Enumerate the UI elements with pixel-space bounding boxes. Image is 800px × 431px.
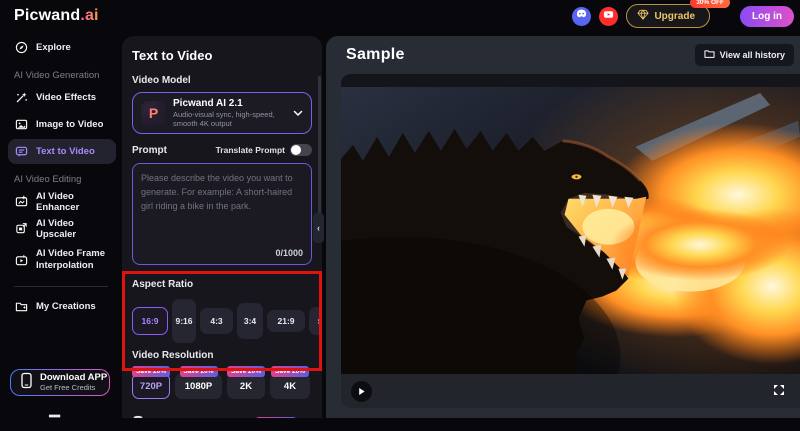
video-model-selector[interactable]: P Picwand AI 2.1 Audio-visual sync, high…	[132, 92, 312, 134]
panel-title: Text to Video	[132, 48, 312, 63]
model-name: Picwand AI 2.1	[173, 98, 286, 110]
frame-interpolation-icon	[14, 253, 28, 267]
sidebar-item-label: Video Effects	[36, 92, 96, 103]
compass-icon	[14, 41, 28, 55]
sidebar-item-image-to-video[interactable]: Image to Video	[8, 112, 116, 137]
feedback-pencil-icon[interactable]	[45, 405, 68, 428]
video-controls	[341, 374, 800, 408]
enhancer-icon	[14, 195, 28, 209]
sidebar-item-frame-interpolation[interactable]: AI Video FrameInterpolation	[8, 243, 116, 277]
sidebar-item-label: Image to Video	[36, 119, 103, 130]
sidebar-item-enhancer[interactable]: AI Video Enhancer	[8, 189, 116, 214]
aspect-ratio-group: 16:9 9:16 4:3 3:4 21:9 ›	[132, 296, 312, 346]
aspect-more-button[interactable]: ›	[309, 307, 322, 335]
toggle-knob	[291, 145, 301, 155]
topbar: Picwand.ai Upgrade 30% OFF Log in	[0, 0, 800, 32]
discord-icon	[575, 7, 588, 25]
discount-badge: 30% OFF	[690, 0, 730, 8]
aspect-9-16-button[interactable]: 9:16	[172, 299, 196, 343]
fullscreen-icon	[773, 384, 785, 399]
translate-prompt-label: Translate Prompt	[216, 145, 285, 155]
aspect-3-4-button[interactable]: 3:4	[237, 303, 263, 339]
sidebar-item-label: AI Video Enhancer	[36, 191, 116, 213]
preview-title: Sample	[346, 46, 405, 64]
download-app-subtitle: Get Free Credits	[40, 384, 107, 393]
aspect-4-3-button[interactable]: 4:3	[200, 308, 233, 334]
sidebar-item-explore[interactable]: Explore	[8, 35, 116, 60]
char-counter: 0/1000	[275, 248, 303, 258]
logo-prefix: Picwand	[14, 7, 80, 24]
save-badge: Save 20%	[227, 366, 265, 377]
aspect-ratio-label: Aspect Ratio	[132, 279, 312, 290]
save-badge: Save 20%	[271, 366, 309, 377]
gem-icon	[637, 9, 649, 23]
credits-row: Credits required: 8 10 Save 20%	[132, 414, 312, 418]
view-all-history-label: View all history	[720, 50, 785, 60]
play-icon	[357, 384, 366, 399]
aspect-21-9-button[interactable]: 21:9	[267, 310, 305, 332]
magic-wand-icon	[14, 91, 28, 105]
play-button[interactable]	[351, 381, 372, 402]
prompt-label: Prompt	[132, 145, 167, 156]
sidebar-item-text-to-video[interactable]: Text to Video	[8, 139, 116, 164]
image-icon	[14, 118, 28, 132]
prompt-field-container: 0/1000	[132, 163, 312, 265]
view-all-history-button[interactable]: View all history	[695, 44, 794, 66]
sample-video-frame[interactable]	[341, 74, 800, 374]
folder-icon	[14, 300, 28, 314]
prompt-input[interactable]	[133, 164, 311, 242]
coins-icon	[132, 414, 144, 418]
fullscreen-button[interactable]	[772, 384, 786, 398]
generation-panel: Text to Video Video Model P Picwand AI 2…	[122, 36, 322, 418]
chevron-right-icon: ›	[317, 316, 320, 327]
sidebar-section-editing: AI Video Editing	[14, 174, 122, 185]
save-badge: Save 20%	[180, 366, 218, 377]
save-badge: Save 20%	[132, 366, 170, 377]
aspect-16-9-button[interactable]: 16:9	[132, 307, 168, 335]
discord-button[interactable]	[572, 7, 591, 26]
chevron-down-icon	[293, 104, 303, 122]
sidebar-section-generation: AI Video Generation	[14, 70, 122, 81]
panel-collapse-handle[interactable]: ‹	[313, 213, 324, 243]
upgrade-label: Upgrade	[654, 11, 695, 22]
video-model-label: Video Model	[132, 75, 312, 86]
logo-suffix: .ai	[80, 7, 98, 24]
sidebar-item-label: AI Video FrameInterpolation	[36, 248, 105, 272]
phone-icon	[20, 372, 33, 394]
sidebar-item-label: Explore	[36, 42, 71, 53]
picwand-model-icon: P	[141, 101, 166, 126]
sidebar-item-label: AI Video Upscaler	[36, 218, 116, 240]
text-video-icon	[14, 145, 28, 159]
translate-prompt-toggle[interactable]	[290, 144, 312, 156]
youtube-icon	[603, 7, 614, 25]
sidebar-item-my-creations[interactable]: My Creations	[8, 294, 116, 319]
sidebar-divider	[14, 286, 108, 287]
history-folder-icon	[704, 49, 715, 61]
model-description: Audio-visual sync, high-speed, smooth 4K…	[173, 110, 286, 128]
sidebar-item-upscaler[interactable]: AI Video Upscaler	[8, 216, 116, 241]
download-app-title: Download APP	[40, 373, 107, 384]
sample-video-player	[341, 74, 800, 408]
login-button[interactable]: Log in	[740, 6, 794, 27]
youtube-button[interactable]	[599, 7, 618, 26]
sidebar-item-label: My Creations	[36, 301, 96, 312]
download-app-button[interactable]: Download APP Get Free Credits	[10, 369, 110, 396]
panel-scrollbar[interactable]	[318, 76, 321, 226]
video-resolution-label: Video Resolution	[132, 350, 312, 361]
preview-panel: Sample View all history	[326, 36, 800, 418]
app-logo[interactable]: Picwand.ai	[14, 7, 99, 25]
upscaler-icon	[14, 222, 28, 236]
dragon-fire-still	[341, 87, 800, 374]
sidebar-item-label: Text to Video	[36, 146, 95, 157]
sidebar: Explore AI Video Generation Video Effect…	[0, 32, 122, 418]
sidebar-item-video-effects[interactable]: Video Effects	[8, 85, 116, 110]
resolution-group: Save 20% 720P Save 20% 1080P Save 20% 2K…	[132, 373, 312, 399]
